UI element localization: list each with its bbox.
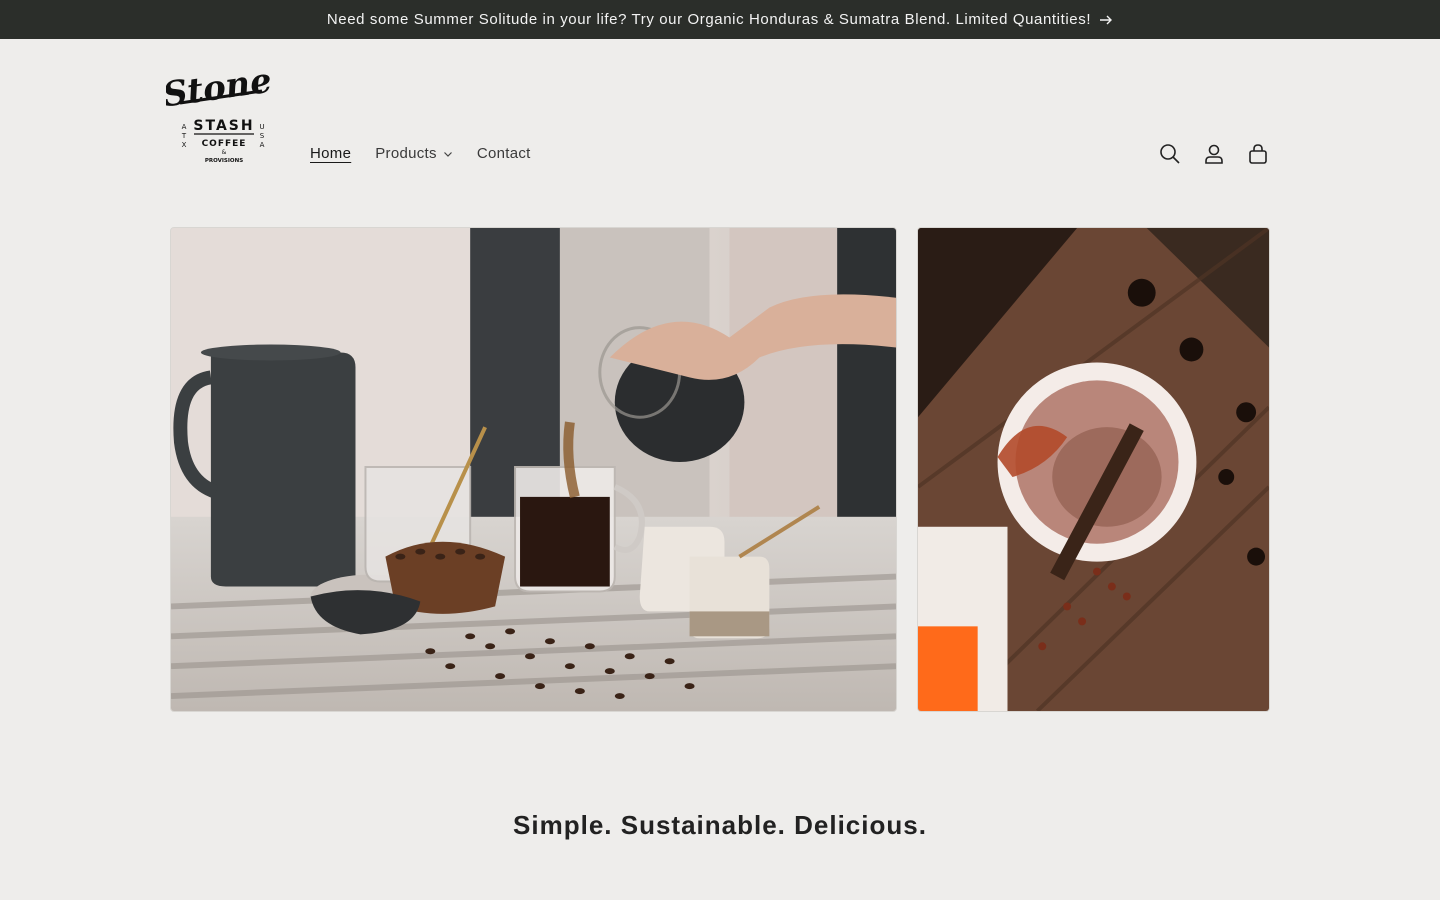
cart-button[interactable]	[1242, 138, 1274, 170]
logo-sub-coffee: COFFEE	[202, 139, 247, 149]
logo[interactable]: Stone STASH COFFEE & PROVISIONS ATX USA	[160, 61, 274, 167]
chevron-down-icon	[443, 152, 452, 157]
arrow-right-icon	[1100, 15, 1113, 24]
logo-letters-left: ATX	[181, 123, 187, 149]
logo-script: Stone	[166, 63, 274, 115]
site-header: Stone STASH COFFEE & PROVISIONS ATX USA …	[0, 39, 1440, 189]
nav-products-label: Products	[375, 145, 437, 162]
announcement-text: Need some Summer Solitude in your life? …	[326, 11, 1092, 28]
logo-sub-provisions: PROVISIONS	[205, 158, 243, 164]
hero-image-coffee-cup	[917, 227, 1270, 712]
logo-letters-right: USA	[259, 123, 264, 149]
nav-item-contact[interactable]: Contact	[465, 139, 543, 169]
hero-gallery	[170, 227, 1270, 712]
search-button[interactable]	[1154, 138, 1186, 170]
logo-sub-amp: &	[222, 149, 227, 156]
announcement-bar: Need some Summer Solitude in your life? …	[0, 0, 1440, 39]
main-nav: Home Products Contact	[298, 139, 543, 169]
account-button[interactable]	[1198, 138, 1230, 170]
nav-item-home[interactable]: Home	[298, 139, 363, 169]
account-icon	[1205, 144, 1223, 164]
nav-home-label: Home	[310, 145, 352, 162]
nav-contact-label: Contact	[476, 145, 531, 162]
nav-item-products[interactable]: Products	[363, 139, 465, 169]
cart-icon	[1249, 144, 1267, 164]
hero-image-coffee-pour	[170, 227, 897, 712]
search-icon	[1160, 144, 1180, 164]
tagline: Simple. Sustainable. Delicious.	[513, 810, 927, 840]
announcement-link[interactable]: Need some Summer Solitude in your life? …	[327, 11, 1113, 28]
logo-name: STASH	[193, 118, 254, 134]
header-icons	[1154, 138, 1274, 170]
